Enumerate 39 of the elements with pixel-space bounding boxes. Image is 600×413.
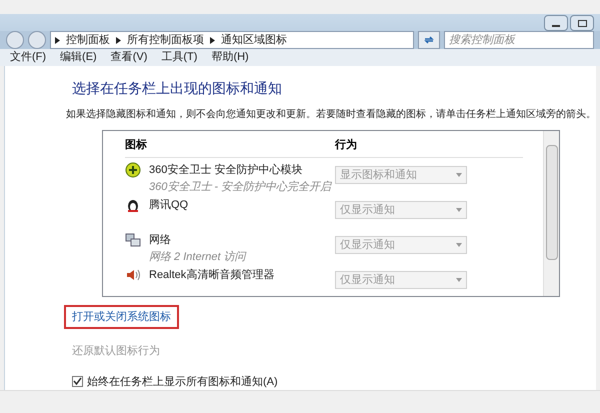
menu-item[interactable]: 查看(V) [110, 49, 148, 66]
link[interactable]: 打开或关闭系统图标 [64, 304, 179, 330]
column-header: 图标 [125, 138, 148, 153]
checkbox[interactable] [72, 376, 83, 388]
breadcrumb[interactable]: 控制面板 [66, 32, 110, 48]
caret-icon [456, 173, 462, 178]
caret-icon [456, 243, 462, 248]
menu-item[interactable]: 工具(T) [161, 49, 198, 66]
caret-icon [456, 208, 462, 212]
description-text: 如果选择隐藏图标和通知，则不会向您通知更改和更新。若要随时查看隐藏的图标，请单击任务栏上通知区域旁的箭头。 [66, 108, 588, 122]
shield-icon [125, 162, 141, 178]
network-icon [125, 232, 141, 248]
menu-item[interactable]: 文件(F) [10, 49, 46, 66]
caret-icon [456, 278, 462, 282]
refresh-button[interactable] [418, 31, 440, 50]
scrollbar[interactable] [543, 130, 559, 296]
minimize-button[interactable] [544, 15, 568, 31]
breadcrumb[interactable]: 通知区域图标 [221, 32, 287, 48]
breadcrumb[interactable]: 所有控制面板项 [127, 32, 204, 48]
forward-button[interactable] [28, 31, 46, 50]
app-name: 网络 [149, 233, 172, 248]
column-header: 行为 [335, 138, 357, 153]
app-detail: 360安全卫士 - 安全防护中心完全开启 [149, 180, 332, 195]
search-field[interactable]: 搜索控制面板 [444, 31, 594, 50]
menu-item[interactable]: 帮助(H) [211, 49, 249, 66]
chevron-icon [116, 36, 121, 44]
checkbox-label: 始终在任务栏上显示所有图标和通知(A) [87, 374, 278, 390]
chevron-icon [55, 36, 60, 44]
chevron-icon [210, 36, 215, 44]
app-name: 腾讯QQ [149, 198, 188, 214]
app-name: 360安全卫士 安全防护中心模块 [149, 162, 304, 178]
refresh-icon [424, 35, 434, 46]
page-heading: 选择在任务栏上出现的图标和通知 [72, 78, 283, 98]
address-field[interactable]: 控制面板 所有控制面板项 通知区域图标 [50, 31, 414, 50]
menu-item[interactable]: 编辑(E) [60, 49, 97, 66]
back-button[interactable] [6, 31, 24, 50]
maximize-button[interactable] [570, 15, 594, 31]
app-name: Realtek高清晰音频管理器 [149, 268, 274, 284]
app-detail: 网络 2 Internet 访问 [149, 250, 246, 265]
